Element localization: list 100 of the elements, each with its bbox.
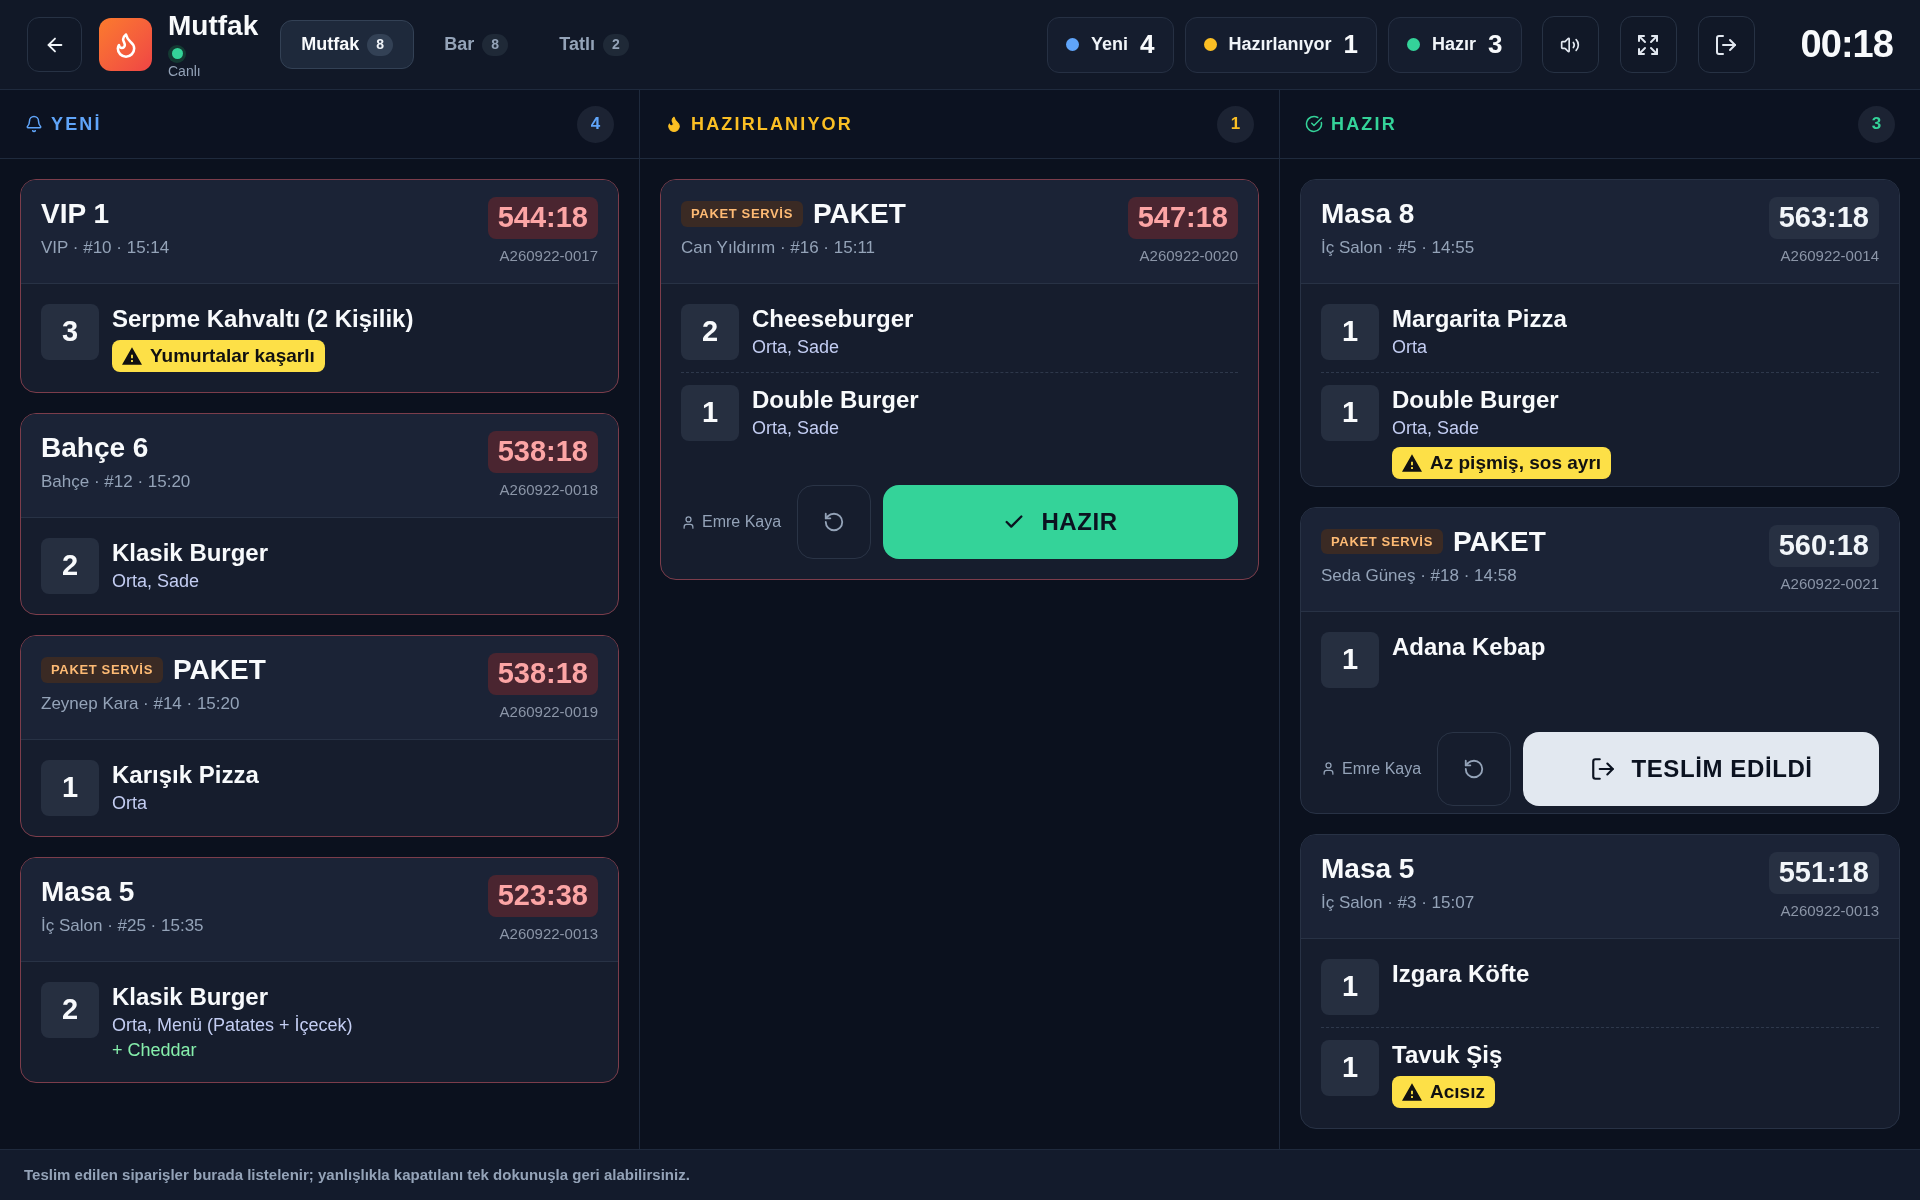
warning-icon	[122, 347, 142, 365]
item-name: Margarita Pizza	[1392, 304, 1567, 334]
service-tag: PAKET SERVİS	[41, 657, 163, 683]
waiter-name: Emre Kaya	[681, 510, 786, 534]
elapsed-timer: 547:18	[1127, 197, 1238, 239]
warning-icon	[1402, 1083, 1422, 1101]
item-name: Double Burger	[752, 385, 919, 415]
tab-label: Tatlı	[559, 33, 595, 56]
order-meta: Can Yıldırım · #16 · 15:11	[681, 237, 877, 259]
order-title: Masa 5	[1321, 852, 1415, 886]
order-number: A260922-0014	[1780, 247, 1879, 265]
clock: 00:18	[1800, 22, 1893, 67]
elapsed-timer: 523:38	[487, 875, 598, 917]
fullscreen-button[interactable]	[1619, 16, 1677, 73]
quantity-box: 1	[1321, 1040, 1379, 1096]
order-number: A260922-0013	[499, 925, 598, 943]
quantity-box: 2	[41, 538, 99, 594]
station-tab[interactable]: Tatlı 2	[538, 20, 650, 69]
order-number: A260922-0019	[499, 703, 598, 721]
order-number: A260922-0021	[1780, 574, 1879, 593]
item-options: Orta, Sade	[112, 568, 200, 594]
status-count: 4	[1140, 28, 1155, 61]
status-label: Hazırlanıyor	[1228, 33, 1332, 56]
service-tag: PAKET SERVİS	[681, 201, 803, 227]
flame-logo-icon	[99, 18, 152, 71]
user-icon	[681, 514, 696, 530]
waiter-name: Emre Kaya	[1321, 756, 1426, 781]
item-options: Orta	[1392, 334, 1427, 360]
flame-icon	[665, 115, 683, 133]
station-tab[interactable]: Mutfak 8	[280, 20, 415, 69]
item-name: Tavuk Şiş	[1392, 1040, 1503, 1070]
logout-icon	[1714, 32, 1739, 57]
item-extra: + Cheddar	[112, 1039, 197, 1062]
delivered-button[interactable]: TESLİM EDİLDİ	[1523, 731, 1879, 806]
undo-icon	[1463, 757, 1486, 780]
item-options: Orta, Sade	[752, 415, 840, 441]
elapsed-timer: 538:18	[487, 653, 598, 695]
status-label: Yeni	[1091, 33, 1129, 56]
item-name: Serpme Kahvaltı (2 Kişilik)	[112, 304, 414, 334]
column-title: HAZIRLANIYOR	[691, 112, 853, 136]
order-title: Bahçe 6	[41, 431, 149, 465]
quantity-box: 1	[1321, 631, 1379, 688]
ready-button[interactable]: HAZIR	[883, 485, 1238, 559]
order-title: VIP 1	[41, 197, 109, 231]
item-options: Orta, Sade	[1392, 415, 1480, 441]
station-title: Mutfak	[168, 10, 259, 41]
item-options: Orta	[112, 790, 147, 816]
item-note: Yumurtalar kaşarlı	[112, 340, 325, 372]
tab-label: Mutfak	[301, 33, 360, 56]
quantity-box: 1	[681, 385, 739, 441]
logout-button[interactable]	[1697, 16, 1755, 73]
user-icon	[1321, 761, 1336, 776]
order-number: A260922-0013	[1780, 902, 1879, 920]
item-options: Orta, Sade	[752, 334, 840, 360]
column-count: 3	[1858, 105, 1895, 143]
sound-button[interactable]	[1541, 16, 1599, 73]
status-count: 3	[1488, 28, 1503, 61]
item-name: Adana Kebap	[1392, 631, 1546, 662]
item-options: Orta, Menü (Patates + İçecek)	[112, 1012, 353, 1038]
quantity-box: 3	[41, 304, 99, 360]
elapsed-timer: 563:18	[1768, 197, 1879, 239]
item-name: Klasik Burger	[112, 982, 269, 1012]
status-count: 1	[1343, 28, 1359, 61]
elapsed-timer: 544:18	[487, 197, 598, 239]
back-button[interactable]	[27, 17, 82, 72]
live-status-label: Canlı	[168, 62, 201, 79]
elapsed-timer: 551:18	[1768, 852, 1879, 894]
column-count: 4	[577, 105, 614, 143]
column-title: YENİ	[51, 112, 102, 136]
order-number: A260922-0020	[1139, 247, 1238, 265]
speaker-icon	[1560, 34, 1581, 55]
order-title: PAKET	[1452, 524, 1546, 559]
order-meta: Zeynep Kara · #14 · 15:20	[41, 693, 241, 715]
item-note: Acısız	[1392, 1076, 1495, 1108]
quantity-box: 2	[681, 304, 739, 360]
quantity-box: 1	[1321, 959, 1379, 1015]
elapsed-timer: 560:18	[1768, 524, 1879, 567]
order-number: A260922-0018	[499, 481, 598, 499]
order-meta: VIP · #10 · 15:14	[41, 237, 170, 259]
item-name: Karışık Pizza	[112, 760, 259, 790]
elapsed-timer: 538:18	[487, 431, 598, 473]
order-title: PAKET	[172, 653, 266, 687]
column-title: HAZIR	[1331, 112, 1397, 136]
station-tab[interactable]: Bar 8	[423, 20, 530, 69]
status-label: Hazır	[1432, 33, 1477, 56]
order-meta: Bahçe · #12 · 15:20	[41, 471, 191, 493]
quantity-box: 1	[1321, 304, 1379, 360]
tab-count: 8	[482, 33, 509, 56]
item-note: Az pişmiş, sos ayrı	[1392, 447, 1612, 479]
order-meta: İç Salon · #5 · 14:55	[1321, 237, 1475, 259]
order-meta: İç Salon · #3 · 15:07	[1321, 892, 1475, 914]
item-name: Double Burger	[1392, 385, 1559, 415]
tab-count: 2	[602, 33, 629, 56]
order-title: PAKET	[812, 197, 906, 231]
tab-label: Bar	[444, 33, 475, 56]
quantity-box: 2	[41, 982, 99, 1038]
order-title: Masa 8	[1321, 197, 1415, 231]
quantity-box: 1	[41, 760, 99, 816]
order-title: Masa 5	[41, 875, 135, 909]
order-meta: Seda Güneş · #18 · 14:58	[1321, 564, 1518, 587]
